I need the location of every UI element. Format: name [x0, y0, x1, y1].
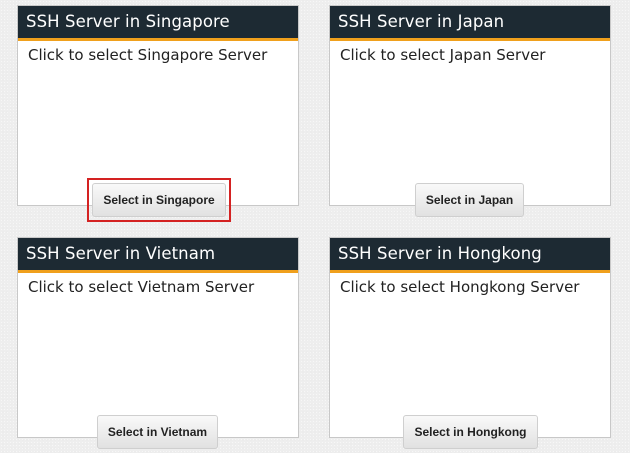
card-title: SSH Server in Vietnam: [18, 238, 298, 273]
server-card-japan: SSH Server in Japan Click to select Japa…: [329, 5, 611, 217]
card-title: SSH Server in Singapore: [18, 6, 298, 41]
card-description: Click to select Hongkong Server: [340, 278, 580, 296]
server-card-singapore: SSH Server in Singapore Click to select …: [17, 5, 299, 222]
server-card-hongkong: SSH Server in Hongkong Click to select H…: [329, 237, 611, 449]
card-description: Click to select Singapore Server: [28, 46, 268, 64]
card-title: SSH Server in Hongkong: [330, 238, 610, 273]
select-hongkong-button[interactable]: Select in Hongkong: [403, 415, 538, 449]
card-title: SSH Server in Japan: [330, 6, 610, 41]
card-description: Click to select Japan Server: [340, 46, 546, 64]
select-vietnam-button[interactable]: Select in Vietnam: [97, 415, 218, 449]
select-singapore-button[interactable]: Select in Singapore: [92, 183, 226, 217]
select-japan-button[interactable]: Select in Japan: [415, 183, 524, 217]
server-card-vietnam: SSH Server in Vietnam Click to select Vi…: [17, 237, 299, 449]
card-description: Click to select Vietnam Server: [28, 278, 255, 296]
